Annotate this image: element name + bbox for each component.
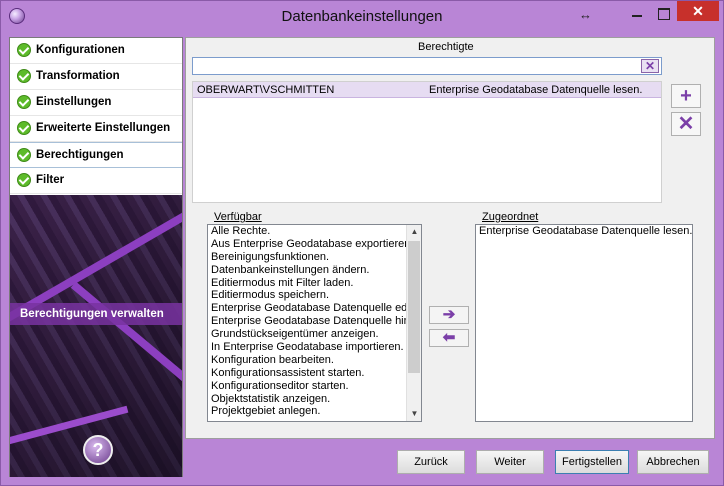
list-item[interactable]: Editiermodus speichern. [208,289,421,302]
list-item[interactable]: Enterprise Geodatabase Datenquelle editi… [208,302,421,315]
next-button[interactable]: Weiter [476,450,544,474]
berechtigte-heading: Berechtigte [418,41,474,53]
assigned-permissions-list[interactable]: Enterprise Geodatabase Datenquelle lesen… [475,224,693,422]
sidebar-map-image: Berechtigungen verwalten ? [10,195,182,477]
assigned-label: Zugeordnet [482,211,539,223]
permissions-panel: Berechtigte ✕ OBERWART\VSCHMITTEN Enterp… [185,37,715,439]
scroll-down-icon[interactable]: ▼ [407,407,421,421]
help-icon[interactable]: ? [83,435,113,465]
list-item[interactable]: Bereinigungsfunktionen. [208,251,421,264]
list-item[interactable]: Aus Enterprise Geodatabase exportieren. [208,238,421,251]
finish-button[interactable]: Fertigstellen [555,450,629,474]
add-grantee-button[interactable]: + [671,84,701,108]
minimize-button[interactable] [627,5,647,21]
map-road [70,281,182,417]
sidebar-item-label: Erweiterte Einstellungen [36,122,171,134]
cancel-button[interactable]: Abbrechen [637,450,709,474]
list-item[interactable]: Projektgebiet anlegen. [208,405,421,418]
clear-filter-button[interactable]: ✕ [641,59,659,73]
list-item[interactable]: Konfiguration bearbeiten. [208,354,421,367]
sidebar-item-erweiterte-einstellungen[interactable]: Erweiterte Einstellungen [10,116,182,142]
move-left-button[interactable]: ⬅ [429,329,469,347]
sidebar-item-label: Berechtigungen [36,149,124,161]
remove-grantee-button[interactable]: ✕ [671,112,701,136]
list-item[interactable]: Alle Rechte. [208,225,421,238]
move-right-button[interactable]: ➔ [429,306,469,324]
list-item[interactable]: Editiermodus mit Filter laden. [208,277,421,290]
grantee-permission: Enterprise Geodatabase Datenquelle lesen… [429,84,643,96]
list-item[interactable]: Enterprise Geodatabase Datenquelle lesen… [476,225,692,238]
list-item[interactable]: Datenbankeinstellungen ändern. [208,264,421,277]
list-item[interactable]: Enterprise Geodatabase Datenquelle hinzu… [208,315,421,328]
check-icon [17,69,31,83]
sidebar-item-einstellungen[interactable]: Einstellungen [10,90,182,116]
step-caption: Berechtigungen verwalten [10,303,182,325]
grantee-list[interactable]: OBERWART\VSCHMITTEN Enterprise Geodataba… [192,81,662,203]
vertical-scrollbar[interactable]: ▲ ▼ [406,225,421,421]
search-input[interactable] [193,58,633,74]
scroll-up-icon[interactable]: ▲ [407,225,421,239]
check-icon [17,95,31,109]
list-item[interactable]: Objektstatistik anzeigen. [208,393,421,406]
check-icon [17,43,31,57]
resize-icon[interactable]: ↔ [579,7,592,22]
list-item[interactable]: In Enterprise Geodatabase importieren. [208,341,421,354]
grantee-user: OBERWART\VSCHMITTEN [197,84,335,96]
check-icon [17,148,31,162]
window-title: Datenbankeinstellungen [281,8,443,25]
filter-field[interactable]: ✕ [192,57,662,75]
sidebar-item-label: Konfigurationen [36,44,125,56]
back-button[interactable]: Zurück [397,450,465,474]
wizard-sidebar: Konfigurationen Transformation Einstellu… [9,37,183,477]
maximize-button[interactable] [653,5,673,21]
list-item[interactable]: Konfigurationseditor starten. [208,380,421,393]
list-item[interactable]: Grundstückseigentümer anzeigen. [208,328,421,341]
close-button[interactable]: ✕ [677,1,719,21]
list-item[interactable]: Konfigurationsassistent starten. [208,367,421,380]
available-permissions-list[interactable]: Alle Rechte. Aus Enterprise Geodatabase … [207,224,422,422]
sidebar-item-transformation[interactable]: Transformation [10,64,182,90]
dialog-window: Datenbankeinstellungen ↔ ✕ Konfiguration… [0,0,724,486]
check-icon [17,121,31,135]
scroll-thumb[interactable] [408,241,420,373]
sidebar-item-label: Einstellungen [36,96,112,108]
title-bar[interactable]: Datenbankeinstellungen ↔ ✕ [1,1,723,31]
sidebar-item-konfigurationen[interactable]: Konfigurationen [10,38,182,64]
table-row[interactable]: OBERWART\VSCHMITTEN Enterprise Geodataba… [193,82,661,98]
available-label: Verfügbar [214,211,262,223]
sidebar-item-filter[interactable]: Filter [10,168,182,194]
sidebar-item-label: Filter [36,174,65,186]
sidebar-item-label: Transformation [36,70,120,82]
sidebar-item-berechtigungen[interactable]: Berechtigungen [10,142,182,168]
check-icon [17,173,31,187]
